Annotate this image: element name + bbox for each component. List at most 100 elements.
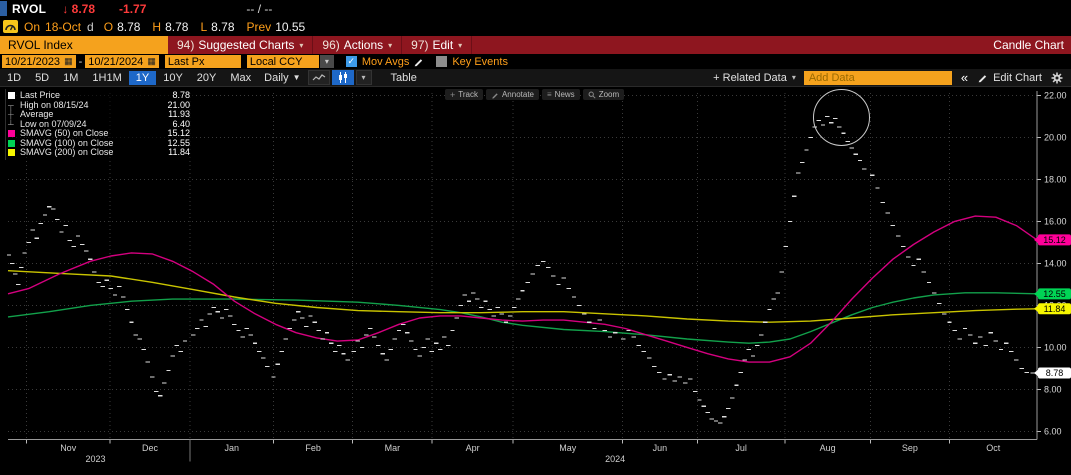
mov-avgs-label[interactable]: Mov Avgs [362, 56, 410, 68]
pencil-icon [978, 75, 987, 83]
filter-bar: 10/21/2023 ▦ - 10/21/2024 ▦ Last Px Local … [0, 54, 1071, 69]
chart-legend: Last Price 8.78 ┬ High on 08/15/24 21.00 ┼ Ave… [5, 89, 193, 160]
legend-marker-glyph: ┼ [8, 110, 14, 119]
pencil-icon[interactable] [413, 56, 424, 67]
period-button-1y[interactable]: 1Y [128, 70, 157, 85]
calendar-icon[interactable]: ▦ [147, 57, 156, 66]
currency-caret-button[interactable]: ▾ [319, 55, 334, 68]
x-axis-month-label: Oct [986, 443, 1001, 453]
gear-icon [1051, 72, 1063, 83]
chart-type-caret-button[interactable]: ▾ [355, 70, 372, 85]
sma-line [7, 270, 1038, 323]
legend-chip [8, 130, 15, 138]
candle-chart-icon [338, 72, 347, 83]
edit-chart-button[interactable]: Edit Chart [977, 72, 1051, 84]
tool-button-news[interactable]: ≡ News [542, 89, 580, 100]
menu-item-edit[interactable]: 97) Edit ▾ [402, 36, 473, 54]
x-axis-month-label: Jan [225, 443, 240, 453]
tool-button-track[interactable]: + Track [445, 89, 483, 100]
y-axis-label: 20.00 [1044, 132, 1067, 142]
line-chart-icon [312, 74, 325, 81]
net-change: -1.77 [119, 1, 147, 16]
calendar-icon[interactable]: ▦ [64, 57, 73, 66]
axis-badge-value: 11.84 [1044, 304, 1066, 314]
menu-items: 94) Suggested Charts ▾ 96) Actions ▾ 97) Edit ▾ [168, 36, 473, 54]
period-button-10y[interactable]: 10Y [156, 71, 190, 85]
period-button-1h1m[interactable]: 1H1M [85, 71, 128, 85]
session-flag: d [87, 19, 94, 34]
legend-marker-glyph: ┴ [8, 119, 14, 129]
collapse-panel-button[interactable]: « [952, 70, 977, 85]
currency-select[interactable]: Local CCY [246, 55, 319, 68]
axis-badge-value: 15.12 [1043, 235, 1066, 245]
prev-value: 10.55 [275, 19, 306, 34]
magnifier-icon [588, 91, 596, 99]
legend-chip [8, 149, 15, 157]
chevron-down-icon: ▾ [299, 40, 304, 50]
x-axis-month-label: May [559, 443, 577, 453]
key-events-label[interactable]: Key Events [452, 56, 508, 68]
x-axis-month-label: Apr [466, 443, 480, 453]
low-label: L [200, 19, 208, 34]
x-axis-month-label: Sep [902, 443, 918, 453]
x-axis-month-label: Mar [385, 443, 401, 453]
high-label: H [152, 19, 162, 34]
x-axis-month-label: Aug [820, 443, 836, 453]
price-field-select[interactable]: Last Px [164, 55, 241, 68]
y-axis-label: 8.00 [1044, 384, 1062, 394]
x-axis-year-label: 2023 [85, 454, 105, 464]
prev-label: Prev [246, 19, 272, 34]
period-button-1d[interactable]: 1D [0, 71, 28, 85]
key-events-checkbox[interactable] [436, 56, 448, 67]
period-button-5d[interactable]: 5D [28, 71, 56, 85]
pencil-icon [492, 92, 498, 98]
on-label: On [24, 19, 41, 34]
y-axis-label: 14.00 [1044, 258, 1067, 268]
y-axis-label: 6.00 [1044, 426, 1062, 436]
legend-chip [8, 92, 15, 100]
chevron-down-icon: ▾ [361, 73, 366, 82]
period-button-20y[interactable]: 20Y [190, 71, 224, 85]
ticker-symbol: RVOL [12, 1, 47, 16]
chevron-down-icon: ▾ [458, 40, 463, 50]
tool-button-zoom[interactable]: Zoom [582, 89, 625, 100]
tool-button-annotate[interactable]: Annotate [485, 89, 539, 100]
menu-item-suggested-charts[interactable]: 94) Suggested Charts ▾ [168, 36, 314, 54]
chevron-down-icon: ▾ [324, 57, 329, 66]
y-axis-label: 16.00 [1044, 216, 1067, 226]
mov-avgs-checkbox[interactable]: ✓ [345, 56, 357, 67]
annotation-circle [812, 88, 870, 146]
period-buttons: 1D 5D 1M 1H1M 1Y 10Y 20Y Max [0, 69, 258, 87]
line-chart-button[interactable] [307, 70, 330, 85]
y-axis-label: 10.00 [1044, 342, 1067, 352]
date-to-field[interactable]: 10/21/2024 ▦ [85, 55, 159, 68]
chart-area[interactable]: 22.0020.0018.0016.0014.0012.0010.008.006… [0, 87, 1071, 475]
axis-labels: 22.0020.0018.0016.0014.0012.0010.008.006… [60, 90, 1071, 464]
news-icon: ≡ [547, 90, 552, 99]
quote-date: 18-Oct [45, 19, 82, 34]
candle-chart-button[interactable] [331, 70, 354, 85]
table-button[interactable]: Table [381, 71, 427, 85]
add-data-input[interactable]: Add Data [803, 70, 952, 85]
crosshair-icon: + [450, 89, 456, 100]
y-axis-label: 18.00 [1044, 174, 1067, 184]
x-axis-year-label: 2024 [605, 454, 625, 464]
bid-ask: -- / -- [246, 1, 273, 16]
period-button-1m[interactable]: 1M [56, 71, 85, 85]
x-axis-month-label: Dec [142, 443, 159, 453]
legend-row: SMAVG (200) on Close 11.84 [8, 147, 190, 158]
date-from-field[interactable]: 10/21/2023 ▦ [2, 55, 76, 68]
legend-marker-glyph: ┬ [8, 100, 14, 110]
chart-tools: + Track Annotate ≡ News Zoom [445, 89, 625, 100]
axis-badge-value: 12.55 [1043, 289, 1066, 299]
sma-line [7, 215, 1038, 363]
frequency-select[interactable]: Daily ▼ [258, 71, 306, 85]
period-button-max[interactable]: Max [223, 71, 258, 85]
gauge-icon[interactable] [3, 20, 18, 33]
related-data-button[interactable]: + Related Data ▾ [705, 72, 804, 84]
menu-item-actions[interactable]: 96) Actions ▾ [313, 36, 403, 54]
sma-lines [7, 215, 1038, 363]
security-field[interactable]: RVOL Index [0, 36, 168, 54]
settings-gear-button[interactable] [1051, 72, 1071, 84]
open-value: 8.78 [117, 19, 141, 34]
